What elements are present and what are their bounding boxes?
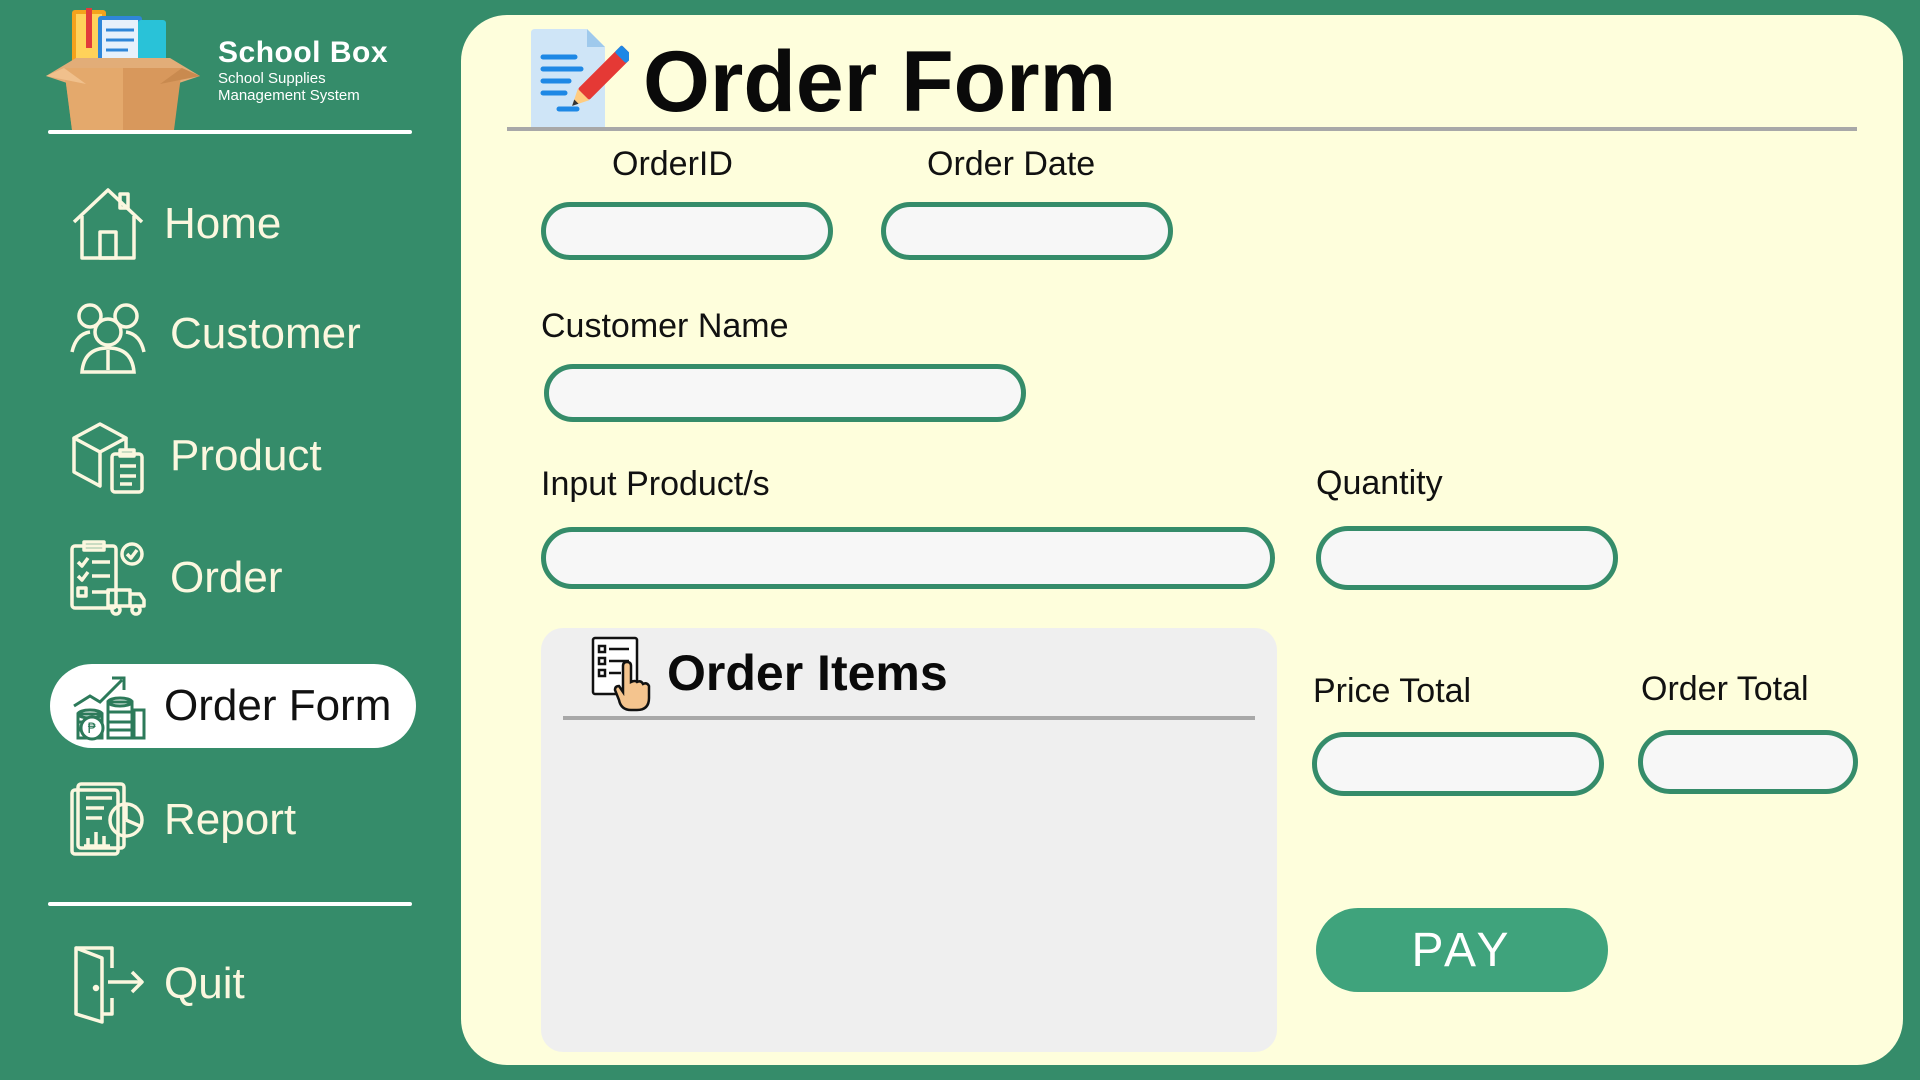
sidebar-item-customer[interactable]: Customer: [50, 292, 416, 376]
brand-name: School Box: [218, 36, 389, 69]
sidebar-item-home[interactable]: Home: [50, 182, 416, 266]
order-date-label: Order Date: [927, 145, 1096, 183]
report-chart-icon: [70, 782, 144, 856]
order-items-title: Order Items: [667, 645, 948, 701]
input-products-label: Input Product/s: [541, 465, 770, 503]
sidebar-item-label: Report: [164, 795, 297, 844]
sidebar-item-label: Product: [170, 431, 322, 480]
quit-label: Quit: [164, 959, 245, 1008]
order-form-panel: Order Form OrderID Order Date Customer N…: [461, 15, 1903, 1065]
price-total-field[interactable]: [1312, 732, 1604, 796]
brand-subtitle-line2: Management System: [218, 87, 360, 104]
customer-name-field[interactable]: [544, 364, 1026, 422]
home-icon: [72, 188, 144, 260]
sidebar-item-label: Home: [164, 199, 282, 248]
quantity-label: Quantity: [1316, 464, 1443, 502]
input-products-field[interactable]: [541, 527, 1275, 589]
order-total-field[interactable]: [1638, 730, 1858, 794]
school-box-logo-icon: [46, 8, 200, 130]
order-items-panel: Order Items: [541, 628, 1277, 1052]
order-clipboard-icon: [70, 540, 146, 616]
quit-button[interactable]: Quit: [50, 942, 416, 1026]
exit-door-icon: [74, 946, 144, 1024]
quantity-field[interactable]: [1316, 526, 1618, 590]
form-edit-icon: [531, 29, 629, 131]
order-date-field[interactable]: [881, 202, 1173, 260]
brand-header: School Box School Supplies Management Sy…: [46, 6, 416, 132]
product-box-icon: [72, 422, 144, 494]
page-title: Order Form: [643, 34, 1117, 130]
brand-subtitle: School Supplies Management System: [218, 70, 360, 104]
sidebar-item-label: Order: [170, 553, 283, 602]
sidebar-item-report[interactable]: Report: [50, 778, 416, 862]
price-total-label: Price Total: [1313, 672, 1472, 710]
customers-icon: [70, 303, 146, 374]
sidebar-divider-top: [48, 130, 412, 134]
pay-button[interactable]: PAY: [1316, 908, 1608, 992]
sidebar-item-product[interactable]: Product: [50, 414, 416, 498]
sidebar-item-label: Order Form: [164, 681, 392, 730]
order-items-divider: [563, 716, 1255, 720]
sidebar-item-order-form[interactable]: ₱ Order Form: [50, 664, 416, 748]
checklist-pointer-icon: [591, 636, 651, 712]
svg-text:₱: ₱: [88, 721, 97, 737]
customer-name-label: Customer Name: [541, 307, 789, 345]
order-id-label: OrderID: [612, 145, 733, 183]
sidebar-divider-bottom: [48, 902, 412, 906]
sidebar-item-order[interactable]: Order: [50, 536, 416, 620]
order-id-field[interactable]: [541, 202, 833, 260]
brand-subtitle-line1: School Supplies: [218, 70, 326, 87]
title-divider: [507, 127, 1857, 131]
sidebar-item-label: Customer: [170, 309, 361, 358]
sales-growth-icon: ₱: [73, 676, 146, 741]
app-window: School Box School Supplies Management Sy…: [0, 0, 1920, 1080]
order-total-label: Order Total: [1641, 670, 1809, 708]
